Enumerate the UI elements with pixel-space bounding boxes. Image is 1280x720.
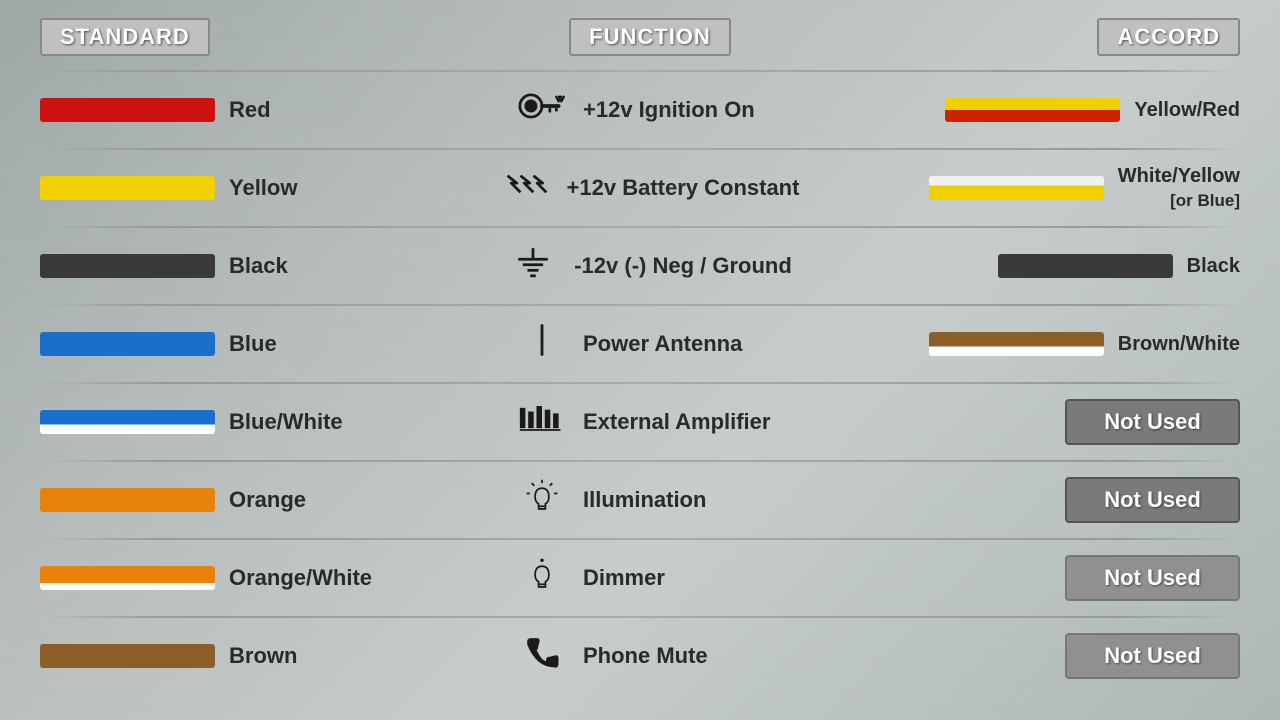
wire-label-red: Red bbox=[229, 97, 271, 123]
phone-icon bbox=[517, 634, 567, 678]
wire-label-brown: Brown bbox=[229, 643, 297, 669]
not-used-badge: Not Used bbox=[1065, 555, 1240, 601]
ignition-icon bbox=[517, 88, 567, 132]
wire-swatch-orange-white bbox=[40, 566, 215, 590]
wire-swatch-red bbox=[40, 98, 215, 122]
accord-swatch-white-yellow bbox=[929, 176, 1104, 200]
divider-5 bbox=[40, 460, 1240, 462]
wire-swatch-brown bbox=[40, 644, 215, 668]
table-row: Yellow +12v Battery Constant White/Yello… bbox=[40, 152, 1240, 224]
function-text-amplifier: External Amplifier bbox=[583, 409, 783, 435]
not-used-badge: Not Used bbox=[1065, 399, 1240, 445]
divider-7 bbox=[40, 616, 1240, 618]
divider-1 bbox=[40, 148, 1240, 150]
standard-header-col: STANDARD bbox=[40, 18, 380, 56]
dimmer-icon bbox=[517, 556, 567, 600]
accord-label-blue: Brown/White bbox=[1118, 333, 1240, 356]
wire-cell-orange-white: Orange/White bbox=[40, 565, 380, 591]
divider-6 bbox=[40, 538, 1240, 540]
accord-cell-orange: Not Used bbox=[920, 477, 1240, 523]
function-cell-amplifier: External Amplifier bbox=[380, 400, 920, 444]
function-cell-dimmer: Dimmer bbox=[380, 556, 920, 600]
function-header: FUNCTION bbox=[569, 18, 731, 56]
main-container: STANDARD FUNCTION ACCORD Red bbox=[0, 0, 1280, 720]
divider-0 bbox=[40, 70, 1240, 72]
accord-cell-black: Black bbox=[920, 254, 1240, 278]
wire-label-blue-white: Blue/White bbox=[229, 409, 343, 435]
wire-swatch-blue bbox=[40, 332, 215, 356]
table-row: Orange/White Dimmer Not Used bbox=[40, 542, 1240, 614]
wire-cell-yellow: Yellow bbox=[40, 175, 380, 201]
wire-cell-orange: Orange bbox=[40, 487, 380, 513]
function-header-col: FUNCTION bbox=[380, 18, 920, 56]
accord-header: ACCORD bbox=[1097, 18, 1240, 56]
accord-cell-blue-white: Not Used bbox=[920, 399, 1240, 445]
accord-cell-yellow: White/Yellow[or Blue] bbox=[920, 164, 1240, 212]
wire-cell-red: Red bbox=[40, 97, 380, 123]
battery-icon bbox=[501, 166, 551, 210]
accord-swatch-black bbox=[998, 254, 1173, 278]
accord-swatch-brown-white bbox=[929, 332, 1104, 356]
function-text-ground: -12v (-) Neg / Ground bbox=[574, 253, 792, 279]
ground-icon bbox=[508, 244, 558, 288]
function-text-dimmer: Dimmer bbox=[583, 565, 783, 591]
wire-label-orange: Orange bbox=[229, 487, 306, 513]
divider-4 bbox=[40, 382, 1240, 384]
wire-swatch-yellow bbox=[40, 176, 215, 200]
function-text-antenna: Power Antenna bbox=[583, 331, 783, 357]
wire-swatch-orange bbox=[40, 488, 215, 512]
standard-header: STANDARD bbox=[40, 18, 210, 56]
header-row: STANDARD FUNCTION ACCORD bbox=[40, 10, 1240, 68]
function-cell-ignition: +12v Ignition On bbox=[380, 88, 920, 132]
accord-cell-red: Yellow/Red bbox=[920, 98, 1240, 122]
wire-cell-blue: Blue bbox=[40, 331, 380, 357]
wire-swatch-blue-white bbox=[40, 410, 215, 434]
accord-header-col: ACCORD bbox=[920, 18, 1240, 56]
accord-label-red: Yellow/Red bbox=[1134, 99, 1240, 122]
accord-swatch-yellow-red bbox=[945, 98, 1120, 122]
function-cell-battery: +12v Battery Constant bbox=[380, 166, 920, 210]
table-row: Brown Phone Mute Not Used bbox=[40, 620, 1240, 692]
amplifier-icon bbox=[517, 400, 567, 444]
table-row: Blue Power Antenna Brown/White bbox=[40, 308, 1240, 380]
table-row: Red +12v Ignition On bbox=[40, 74, 1240, 146]
accord-cell-blue: Brown/White bbox=[920, 332, 1240, 356]
divider-3 bbox=[40, 304, 1240, 306]
antenna-icon bbox=[517, 322, 567, 366]
accord-label-black: Black bbox=[1187, 255, 1240, 278]
table-row: Orange Illumination bbox=[40, 464, 1240, 536]
wire-cell-blue-white: Blue/White bbox=[40, 409, 380, 435]
function-cell-phone: Phone Mute bbox=[380, 634, 920, 678]
wire-cell-brown: Brown bbox=[40, 643, 380, 669]
table-row: Blue/White External Amplifier Not Used bbox=[40, 386, 1240, 458]
wire-label-yellow: Yellow bbox=[229, 175, 297, 201]
not-used-badge: Not Used bbox=[1065, 477, 1240, 523]
function-cell-antenna: Power Antenna bbox=[380, 322, 920, 366]
function-text-ignition: +12v Ignition On bbox=[583, 97, 783, 123]
divider-2 bbox=[40, 226, 1240, 228]
illumination-icon bbox=[517, 478, 567, 522]
function-cell-illumination: Illumination bbox=[380, 478, 920, 522]
not-used-badge: Not Used bbox=[1065, 633, 1240, 679]
wire-label-black: Black bbox=[229, 253, 288, 279]
function-text-phone: Phone Mute bbox=[583, 643, 783, 669]
wire-swatch-black bbox=[40, 254, 215, 278]
function-text-battery: +12v Battery Constant bbox=[567, 175, 800, 201]
wire-label-orange-white: Orange/White bbox=[229, 565, 372, 591]
accord-cell-brown: Not Used bbox=[920, 633, 1240, 679]
accord-cell-orange-white: Not Used bbox=[920, 555, 1240, 601]
table-row: Black -12v (-) Neg / Ground Black bbox=[40, 230, 1240, 302]
function-cell-ground: -12v (-) Neg / Ground bbox=[380, 244, 920, 288]
wire-label-blue: Blue bbox=[229, 331, 277, 357]
accord-label-yellow: White/Yellow[or Blue] bbox=[1118, 164, 1240, 212]
wire-cell-black: Black bbox=[40, 253, 380, 279]
function-text-illumination: Illumination bbox=[583, 487, 783, 513]
